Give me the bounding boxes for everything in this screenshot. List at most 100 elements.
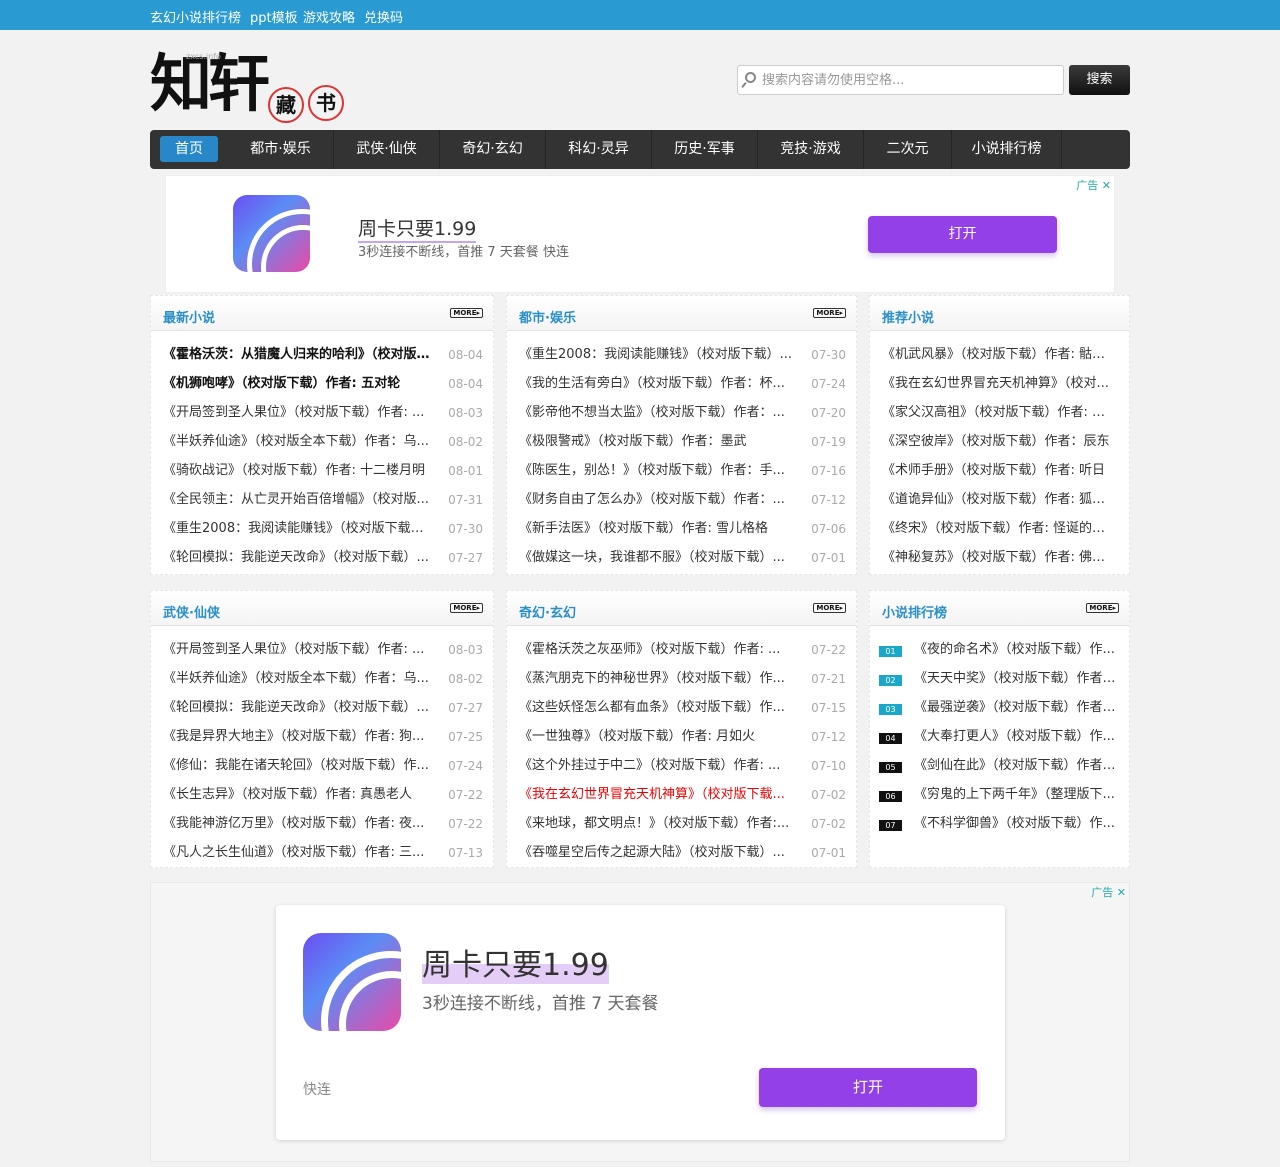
section-title[interactable]: 推荐小说 bbox=[882, 307, 934, 326]
nav-item-scifi[interactable]: 科幻·灵异 bbox=[546, 130, 652, 169]
novel-link[interactable]: 《蒸汽朋克下的神秘世界》（校对版下载）作... bbox=[519, 669, 796, 689]
novel-link[interactable]: 《影帝他不想当太监》（校对版下载）作者：... bbox=[519, 403, 796, 423]
site-logo[interactable]: 知 轩 zxcs.info 藏 书 bbox=[150, 45, 350, 127]
novel-link[interactable]: 《我的生活有旁白》（校对版下载）作者：杯... bbox=[519, 374, 796, 394]
ad-close-tag[interactable]: 广告 ✕ bbox=[1091, 884, 1126, 900]
list-item: 05 《剑仙在此》（校对版下载）作者: ... bbox=[870, 756, 1129, 785]
novel-link[interactable]: 《极限警戒》（校对版下载）作者：墨武 bbox=[519, 432, 796, 452]
novel-link[interactable]: 《我在玄幻世界冒充天机神算》（校对... bbox=[882, 374, 1117, 394]
more-link[interactable]: MORE▸ bbox=[813, 308, 846, 318]
novel-link[interactable]: 《穷鬼的上下两千年》（整理版下... bbox=[914, 785, 1117, 805]
novel-link[interactable]: 《来地球，都文明点！》（校对版下载）作者:... bbox=[519, 814, 796, 834]
search-input[interactable] bbox=[762, 70, 1052, 90]
rank-badge: 03 bbox=[879, 704, 902, 715]
novel-link[interactable]: 《修仙：我能在诸天轮回》（校对版下载）作... bbox=[163, 756, 433, 776]
novel-link[interactable]: 《术师手册》（校对版下载）作者: 听日 bbox=[882, 461, 1117, 481]
novel-link[interactable]: 《吞噬星空后传之起源大陆》（校对版下载）... bbox=[519, 843, 796, 863]
novel-link[interactable]: 《我能神游亿万里》（校对版下载）作者: 夜... bbox=[163, 814, 433, 834]
section-recommended: 推荐小说《机武风暴》（校对版下载）作者: 骷髅... 《我在玄幻世界冒充天机神算》… bbox=[869, 295, 1130, 575]
novel-link[interactable]: 《长生志异》（校对版下载）作者: 真愚老人 bbox=[163, 785, 433, 805]
section-title[interactable]: 小说排行榜 bbox=[882, 602, 947, 621]
novel-link[interactable]: 《做媒这一块，我谁都不服》（校对版下载）... bbox=[519, 548, 796, 568]
novel-link[interactable]: 《神秘复苏》（校对版下载）作者: 佛前... bbox=[882, 548, 1117, 568]
post-date: 07-13 bbox=[448, 846, 483, 860]
nav-item-acg[interactable]: 二次元 bbox=[864, 130, 952, 169]
nav-item-ranking[interactable]: 小说排行榜 bbox=[952, 130, 1062, 169]
list-item: 《修仙：我能在诸天轮回》（校对版下载）作... 07-24 bbox=[151, 756, 493, 785]
novel-link[interactable]: 《最强逆袭》（校对版下载）作者: ... bbox=[914, 698, 1117, 718]
section-header: 武侠·仙侠 MORE▸ bbox=[151, 591, 493, 626]
more-link[interactable]: MORE▸ bbox=[813, 603, 846, 613]
nav-item-games[interactable]: 竞技·游戏 bbox=[758, 130, 864, 169]
list-item: 《重生2008：我阅读能赚钱》（校对版下载）... 07-30 bbox=[151, 519, 493, 548]
nav-item-urban[interactable]: 都市·娱乐 bbox=[228, 130, 334, 169]
novel-link[interactable]: 《重生2008：我阅读能赚钱》（校对版下载）... bbox=[163, 519, 433, 539]
post-date: 07-02 bbox=[811, 817, 846, 831]
novel-link[interactable]: 《大奉打更人》（校对版下载）作... bbox=[914, 727, 1117, 747]
novel-link[interactable]: 《我是异界大地主》（校对版下载）作者: 狗... bbox=[163, 727, 433, 747]
novel-link[interactable]: 《夜的命名术》（校对版下载）作... bbox=[914, 640, 1117, 660]
novel-link[interactable]: 《骑砍战记》（校对版下载）作者: 十二楼月明 bbox=[163, 461, 433, 481]
ad-open-button[interactable]: 打开 bbox=[868, 216, 1057, 253]
list-item: 02 《天天中奖》（校对版下载）作者: ... bbox=[870, 669, 1129, 698]
novel-link[interactable]: 《全民领主：从亡灵开始百倍增幅》（校对版... bbox=[163, 490, 433, 510]
novel-link[interactable]: 《这个外挂过于中二》（校对版下载）作者: ... bbox=[519, 756, 796, 776]
novel-link[interactable]: 《机狮咆哮》（校对版下载）作者: 五对轮 bbox=[163, 374, 433, 394]
section-title[interactable]: 都市·娱乐 bbox=[519, 307, 576, 326]
app-icon bbox=[303, 933, 401, 1031]
novel-link[interactable]: 《开局签到圣人果位》（校对版下载）作者: ... bbox=[163, 403, 433, 423]
novel-link[interactable]: 《霍格沃茨之灰巫师》（校对版下载）作者: ... bbox=[519, 640, 796, 660]
novel-link[interactable]: 《家父汉高祖》（校对版下载）作者: 历... bbox=[882, 403, 1117, 423]
list-item: 《重生2008：我阅读能赚钱》（校对版下载）... 07-30 bbox=[507, 345, 856, 374]
section-fantasy: 奇幻·玄幻 MORE▸ 《霍格沃茨之灰巫师》（校对版下载）作者: ... 07-22 《… bbox=[506, 590, 857, 868]
novel-link[interactable]: 《不科学御兽》（校对版下载）作... bbox=[914, 814, 1117, 834]
ad-open-button[interactable]: 打开 bbox=[759, 1068, 977, 1107]
top-link-redeem-codes[interactable]: 兑换码 bbox=[364, 7, 403, 26]
novel-link[interactable]: 《轮回模拟：我能逆天改命》（校对版下载）... bbox=[163, 548, 433, 568]
novel-link[interactable]: 《轮回模拟：我能逆天改命》（校对版下载）... bbox=[163, 698, 433, 718]
top-link-novel-ranking[interactable]: 玄幻小说排行榜 bbox=[150, 7, 241, 26]
nav-item-fantasy[interactable]: 奇幻·玄幻 bbox=[440, 130, 546, 169]
novel-link[interactable]: 《凡人之长生仙道》（校对版下载）作者: 三... bbox=[163, 843, 433, 863]
nav-item-wuxia[interactable]: 武侠·仙侠 bbox=[334, 130, 440, 169]
ad-banner-bottom[interactable]: 广告 ✕ 周卡只要1.99 3秒连接不断线，首推 7 天套餐 快连 打开 bbox=[150, 882, 1130, 1162]
novel-link[interactable]: 《终宋》（校对版下载）作者: 怪诞的表哥 bbox=[882, 519, 1117, 539]
more-link[interactable]: MORE▸ bbox=[450, 603, 483, 613]
more-link[interactable]: MORE▸ bbox=[450, 308, 483, 318]
nav-item-history[interactable]: 历史·军事 bbox=[652, 130, 758, 169]
top-link-bar: 玄幻小说排行榜 ppt模板 游戏攻略 兑换码 bbox=[0, 0, 1280, 30]
novel-link[interactable]: 《陈医生，别怂！》（校对版下载）作者：手... bbox=[519, 461, 796, 481]
section-title[interactable]: 武侠·仙侠 bbox=[163, 602, 220, 621]
novel-link[interactable]: 《重生2008：我阅读能赚钱》（校对版下载）... bbox=[519, 345, 796, 365]
novel-link[interactable]: 《开局签到圣人果位》（校对版下载）作者: ... bbox=[163, 640, 433, 660]
ad-close-tag[interactable]: 广告 ✕ bbox=[1076, 177, 1111, 193]
post-date: 07-15 bbox=[811, 701, 846, 715]
novel-link[interactable]: 《一世独尊》（校对版下载）作者: 月如火 bbox=[519, 727, 796, 747]
novel-link[interactable]: 《财务自由了怎么办》（校对版下载）作者：... bbox=[519, 490, 796, 510]
novel-link[interactable]: 《半妖养仙途》（校对版全本下载）作者：乌... bbox=[163, 669, 433, 689]
novel-link[interactable]: 《霍格沃茨：从猎魔人归来的哈利》（校对版下载） bbox=[163, 345, 433, 365]
novel-link[interactable]: 《新手法医》（校对版下载）作者: 雪儿格格 bbox=[519, 519, 796, 539]
top-link-ppt[interactable]: ppt模板 bbox=[250, 7, 298, 26]
section-title[interactable]: 奇幻·玄幻 bbox=[519, 602, 576, 621]
novel-link[interactable]: 《我在玄幻世界冒充天机神算》（校对版下载... bbox=[519, 785, 796, 805]
ad-banner-top[interactable]: 广告 ✕ 周卡只要1.99 3秒连接不断线，首推 7 天套餐 快连 打开 bbox=[165, 175, 1115, 293]
novel-link[interactable]: 《这些妖怪怎么都有血条》（校对版下载）作... bbox=[519, 698, 796, 718]
novel-link[interactable]: 《深空彼岸》（校对版下载）作者：辰东 bbox=[882, 432, 1117, 452]
logo-seal: 藏 bbox=[268, 87, 304, 123]
novel-link[interactable]: 《天天中奖》（校对版下载）作者: ... bbox=[914, 669, 1117, 689]
novel-link[interactable]: 《半妖养仙途》（校对版全本下载）作者：乌... bbox=[163, 432, 433, 452]
search-button[interactable]: 搜索 bbox=[1069, 65, 1130, 95]
list-item: 《来地球，都文明点！》（校对版下载）作者:... 07-02 bbox=[507, 814, 856, 843]
section-title[interactable]: 最新小说 bbox=[163, 307, 215, 326]
novel-link[interactable]: 《剑仙在此》（校对版下载）作者: ... bbox=[914, 756, 1117, 776]
nav-item-home[interactable]: 首页 bbox=[150, 130, 228, 169]
top-link-game-guides[interactable]: 游戏攻略 bbox=[303, 7, 355, 26]
novel-link[interactable]: 《机武风暴》（校对版下载）作者: 骷髅... bbox=[882, 345, 1117, 365]
nav-label: 首页 bbox=[160, 136, 218, 162]
rank-badge: 05 bbox=[879, 762, 902, 773]
novel-link[interactable]: 《道诡异仙》（校对版下载）作者: 狐尾... bbox=[882, 490, 1117, 510]
ad-card[interactable]: 周卡只要1.99 3秒连接不断线，首推 7 天套餐 快连 打开 bbox=[276, 905, 1005, 1140]
list-item: 《蒸汽朋克下的神秘世界》（校对版下载）作... 07-21 bbox=[507, 669, 856, 698]
more-link[interactable]: MORE▸ bbox=[1086, 603, 1119, 613]
